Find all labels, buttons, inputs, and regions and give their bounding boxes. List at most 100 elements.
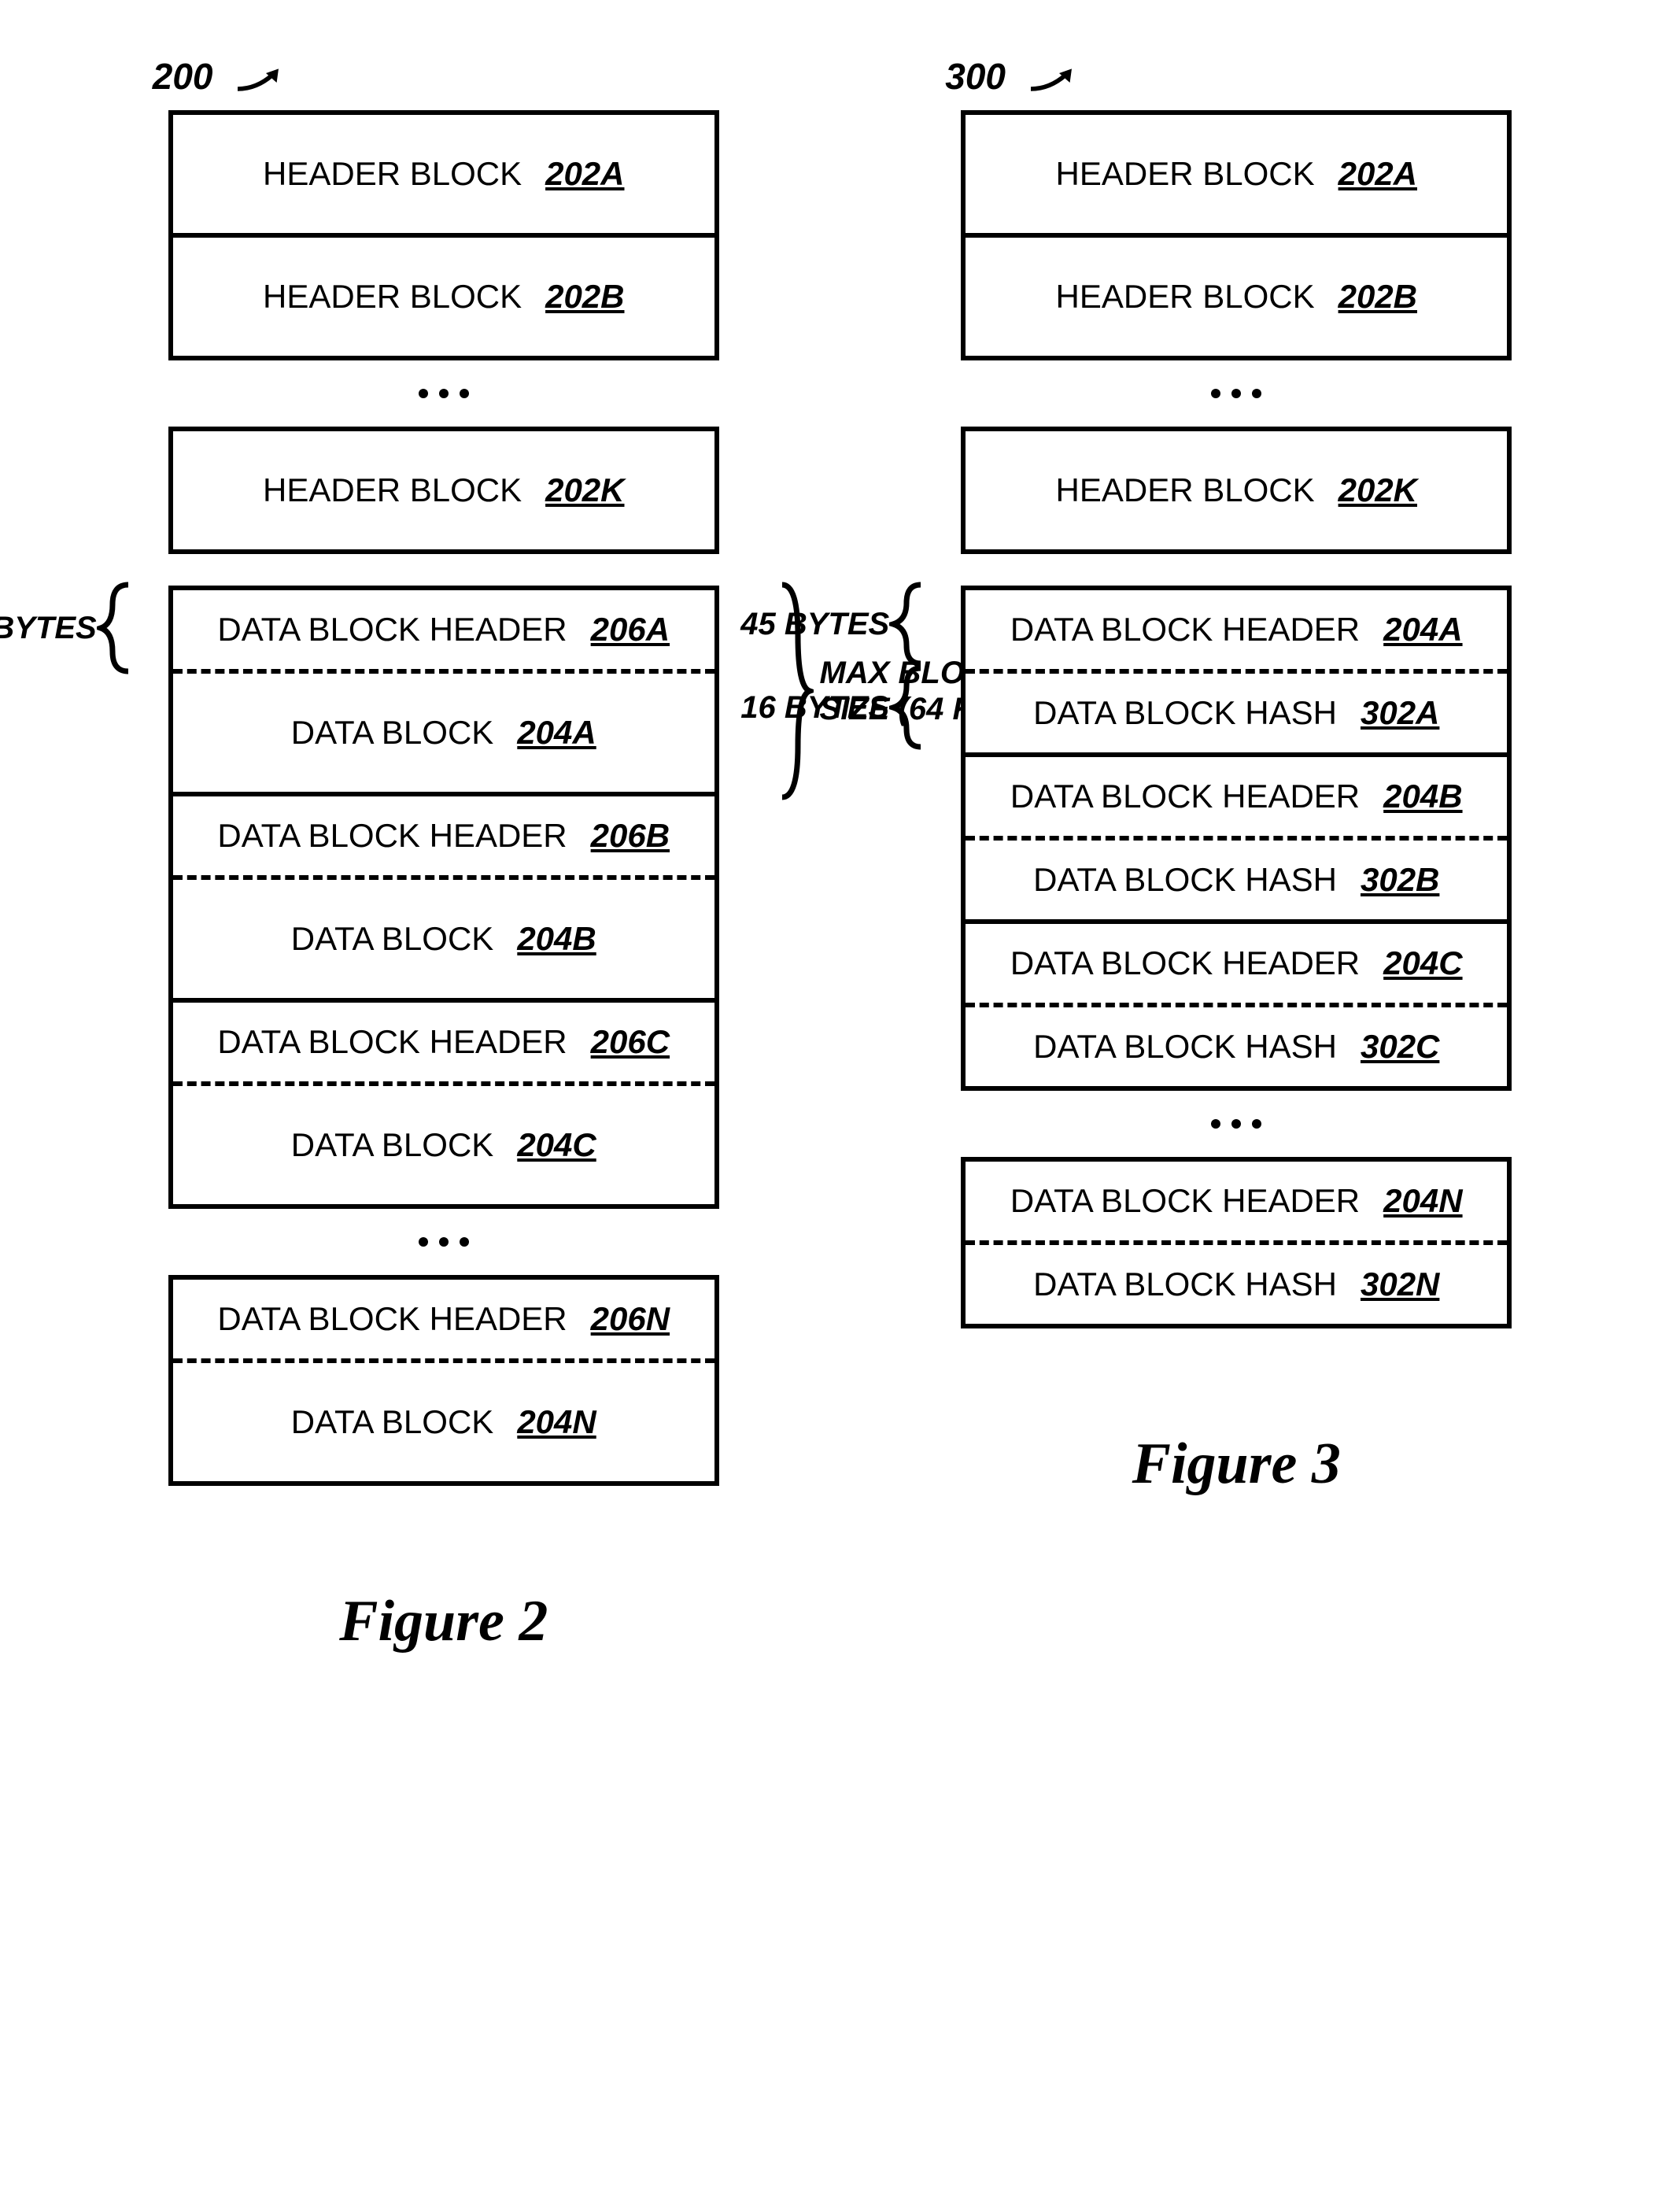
data-block: DATA BLOCK HEADER 204N DATA BLOCK HASH 3… <box>961 1157 1512 1328</box>
data-block-ref: 204C <box>517 1126 596 1164</box>
page: 200 HEADER BLOCK 202A HEADER BLOCK <box>0 0 1680 2206</box>
data-block-header-ref: 206C <box>591 1023 670 1061</box>
ellipsis-icon <box>168 360 719 427</box>
header-block-ref: 202B <box>545 278 624 316</box>
pointer-arrow-icon <box>1021 64 1091 95</box>
data-block-row: DATA BLOCK 204B <box>173 880 714 998</box>
data-block-hash-row: DATA BLOCK HASH 302C <box>966 1007 1507 1086</box>
data-block-ref: 204A <box>517 714 596 752</box>
data-block-hash-label: DATA BLOCK HASH <box>1033 861 1337 899</box>
header-block-label: HEADER BLOCK <box>263 155 522 193</box>
header-block-label: HEADER BLOCK <box>1056 155 1315 193</box>
size-label-text: 45 BYTES <box>0 611 97 646</box>
header-block-label: HEADER BLOCK <box>1056 471 1315 509</box>
ellipsis-icon <box>168 1209 719 1275</box>
data-block: DATA BLOCK HEADER 206N DATA BLOCK 204N <box>168 1275 719 1486</box>
header-block-ref: 202A <box>545 155 624 193</box>
figure-3-stack-wrap: 300 HEADER BLOCK 202A HEADER BLOCK <box>961 63 1512 1328</box>
brace-icon <box>97 581 136 675</box>
data-block-header-row: DATA BLOCK HEADER 206N <box>173 1280 714 1358</box>
figure-number-text: 200 <box>153 56 213 97</box>
data-block-label: DATA BLOCK <box>291 920 494 958</box>
header-block: HEADER BLOCK 202A <box>168 110 719 238</box>
header-block-ref: 202B <box>1338 278 1417 316</box>
data-block-ref: 204N <box>517 1403 596 1441</box>
data-block-header-ref: 204A <box>1383 611 1462 648</box>
size-label-45bytes: 45 BYTES <box>0 581 136 675</box>
data-block-hash-row: DATA BLOCK HASH 302A <box>966 674 1507 752</box>
header-block-ref: 202K <box>545 471 624 509</box>
data-block: DATA BLOCK HEADER 206C DATA BLOCK 204C <box>168 1003 719 1209</box>
data-block-label: DATA BLOCK <box>291 1126 494 1164</box>
data-block: DATA BLOCK HEADER 204C DATA BLOCK HASH 3… <box>961 924 1512 1091</box>
data-block-header-row: DATA BLOCK HEADER 204B <box>966 757 1507 836</box>
data-block-header-label: DATA BLOCK HEADER <box>217 611 567 648</box>
figure-2-caption: Figure 2 <box>339 1588 548 1655</box>
size-label-45bytes: 45 BYTES <box>740 581 929 667</box>
size-label-text: 45 BYTES <box>740 607 889 642</box>
data-block-header-label: DATA BLOCK HEADER <box>1010 778 1360 815</box>
data-block: DATA BLOCK HEADER 206A DATA BLOCK 204A <box>168 586 719 796</box>
data-block: DATA BLOCK HEADER 204B DATA BLOCK HASH 3… <box>961 757 1512 924</box>
data-block-header-ref: 204C <box>1383 944 1462 982</box>
brace-icon <box>889 664 929 751</box>
header-block: HEADER BLOCK 202B <box>168 238 719 360</box>
data-block-header-ref: 206N <box>591 1300 670 1338</box>
data-block-header-row: DATA BLOCK HEADER 206C <box>173 1003 714 1081</box>
data-block-header-label: DATA BLOCK HEADER <box>1010 611 1360 648</box>
figure-3-number: 300 <box>945 55 1091 98</box>
data-block-hash-label: DATA BLOCK HASH <box>1033 1028 1337 1066</box>
data-block-header-label: DATA BLOCK HEADER <box>217 1300 567 1338</box>
data-block-hash-row: DATA BLOCK HASH 302N <box>966 1245 1507 1324</box>
figure-3: 300 HEADER BLOCK 202A HEADER BLOCK <box>961 63 1512 1498</box>
figure-number-text: 300 <box>945 56 1006 97</box>
figure-3-caption: Figure 3 <box>1132 1431 1341 1498</box>
header-block-label: HEADER BLOCK <box>263 471 522 509</box>
header-block-ref: 202K <box>1338 471 1417 509</box>
data-block-hash-ref: 302N <box>1361 1266 1439 1303</box>
header-block-row: HEADER BLOCK 202K <box>966 431 1507 549</box>
data-block-header-row: DATA BLOCK HEADER 206B <box>173 796 714 875</box>
header-block: HEADER BLOCK 202B <box>961 238 1512 360</box>
data-block-header-row: DATA BLOCK HEADER 204N <box>966 1162 1507 1240</box>
figure-3-stack: HEADER BLOCK 202A HEADER BLOCK 202B <box>961 110 1512 1328</box>
data-block-hash-label: DATA BLOCK HASH <box>1033 694 1337 732</box>
data-block-header-row: DATA BLOCK HEADER 204C <box>966 924 1507 1003</box>
data-block-header-label: DATA BLOCK HEADER <box>217 1023 567 1061</box>
ellipsis-icon <box>961 360 1512 427</box>
header-block-row: HEADER BLOCK 202A <box>966 115 1507 233</box>
data-block-header-row: DATA BLOCK HEADER 206A <box>173 590 714 669</box>
brace-icon <box>889 581 929 667</box>
figure-2-stack-wrap: 200 HEADER BLOCK 202A HEADER BLOCK <box>168 63 719 1486</box>
size-label-text: 16 BYTES <box>740 690 889 726</box>
header-block: HEADER BLOCK 202K <box>168 427 719 554</box>
ellipsis-icon <box>961 1091 1512 1157</box>
header-block-row: HEADER BLOCK 202K <box>173 431 714 549</box>
figure-2: 200 HEADER BLOCK 202A HEADER BLOCK <box>168 63 719 1655</box>
size-label-16bytes: 16 BYTES <box>740 664 929 751</box>
data-block-row: DATA BLOCK 204A <box>173 674 714 792</box>
pointer-arrow-icon <box>227 64 298 95</box>
data-block-header-label: DATA BLOCK HEADER <box>1010 944 1360 982</box>
data-block-ref: 204B <box>517 920 596 958</box>
figure-2-number: 200 <box>153 55 299 98</box>
header-block: HEADER BLOCK 202A <box>961 110 1512 238</box>
data-block-header-row: DATA BLOCK HEADER 204A <box>966 590 1507 669</box>
header-block-ref: 202A <box>1338 155 1417 193</box>
header-block-row: HEADER BLOCK 202A <box>173 115 714 233</box>
data-block-label: DATA BLOCK <box>291 1403 494 1441</box>
data-block-hash-ref: 302A <box>1361 694 1439 732</box>
data-block-hash-row: DATA BLOCK HASH 302B <box>966 841 1507 919</box>
data-block-header-ref: 206B <box>591 817 670 855</box>
data-block-label: DATA BLOCK <box>291 714 494 752</box>
data-block-row: DATA BLOCK 204C <box>173 1086 714 1204</box>
header-block-label: HEADER BLOCK <box>1056 278 1315 316</box>
data-block-hash-label: DATA BLOCK HASH <box>1033 1266 1337 1303</box>
data-block-header-ref: 204B <box>1383 778 1462 815</box>
data-block-header-label: DATA BLOCK HEADER <box>217 817 567 855</box>
data-block-hash-ref: 302B <box>1361 861 1439 899</box>
figure-2-stack: HEADER BLOCK 202A HEADER BLOCK 202B <box>168 110 719 1486</box>
header-block-label: HEADER BLOCK <box>263 278 522 316</box>
data-block: DATA BLOCK HEADER 204A DATA BLOCK HASH 3… <box>961 586 1512 757</box>
header-block-row: HEADER BLOCK 202B <box>966 238 1507 356</box>
